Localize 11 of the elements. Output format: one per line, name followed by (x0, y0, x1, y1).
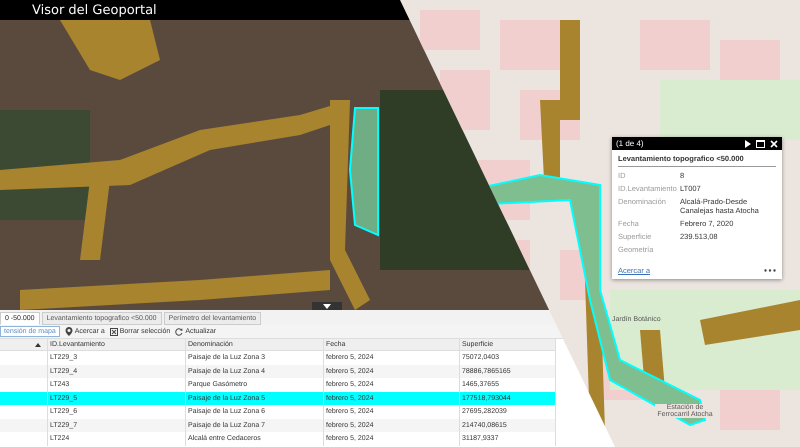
next-icon[interactable] (744, 140, 751, 148)
close-icon[interactable] (770, 140, 778, 148)
clear-icon (110, 328, 118, 336)
collapse-handle[interactable] (312, 302, 342, 310)
pin-icon (64, 327, 73, 336)
app-title: Visor del Geoportal (32, 2, 157, 18)
more-icon[interactable] (764, 269, 776, 272)
maximize-icon[interactable] (756, 140, 765, 148)
popup-counter: (1 de 4) (616, 139, 645, 148)
sort-arrow-icon[interactable] (35, 342, 41, 346)
refresh-icon (175, 328, 184, 336)
